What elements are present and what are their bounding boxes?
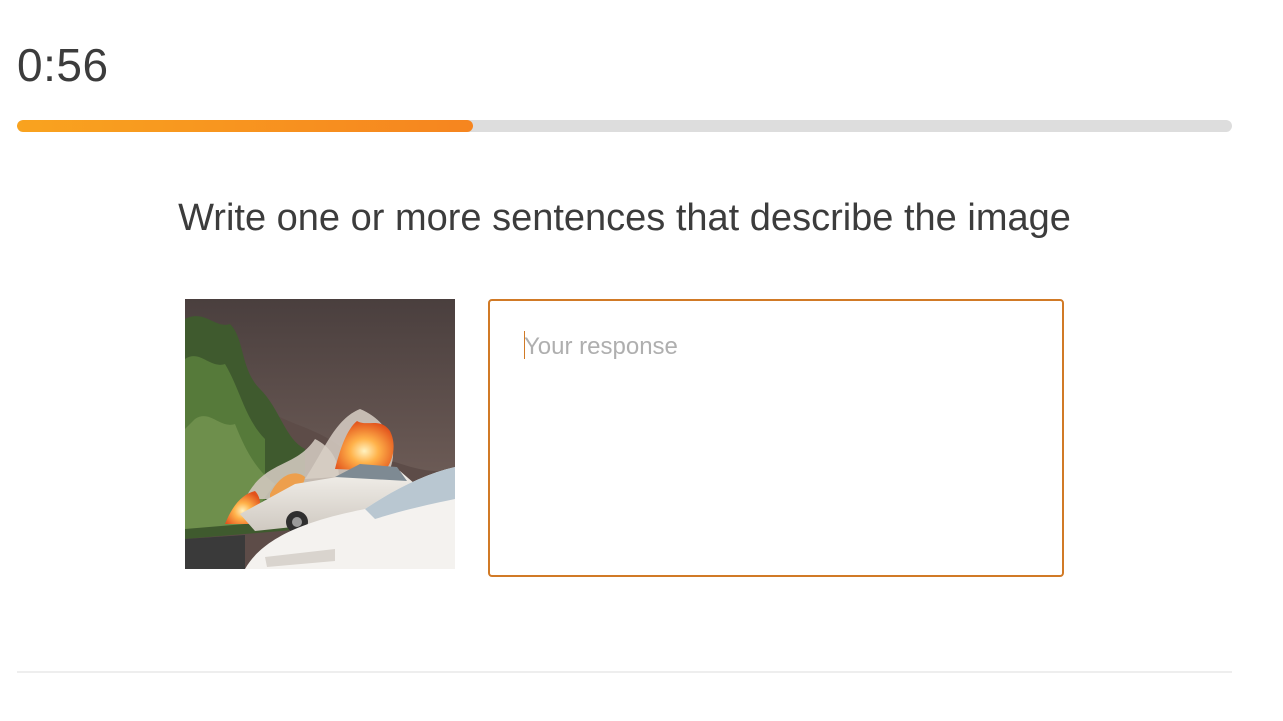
challenge-image bbox=[185, 299, 455, 569]
writing-challenge-page: 0:56 Write one or more sentences that de… bbox=[0, 0, 1283, 721]
challenge-prompt: Write one or more sentences that describ… bbox=[178, 197, 1071, 239]
text-cursor bbox=[524, 331, 525, 359]
progress-bar bbox=[17, 120, 1232, 132]
progress-bar-fill bbox=[17, 120, 473, 132]
response-box bbox=[488, 299, 1064, 577]
countdown-timer: 0:56 bbox=[17, 39, 109, 91]
response-textarea[interactable] bbox=[490, 301, 1062, 575]
footer-divider bbox=[17, 671, 1232, 673]
